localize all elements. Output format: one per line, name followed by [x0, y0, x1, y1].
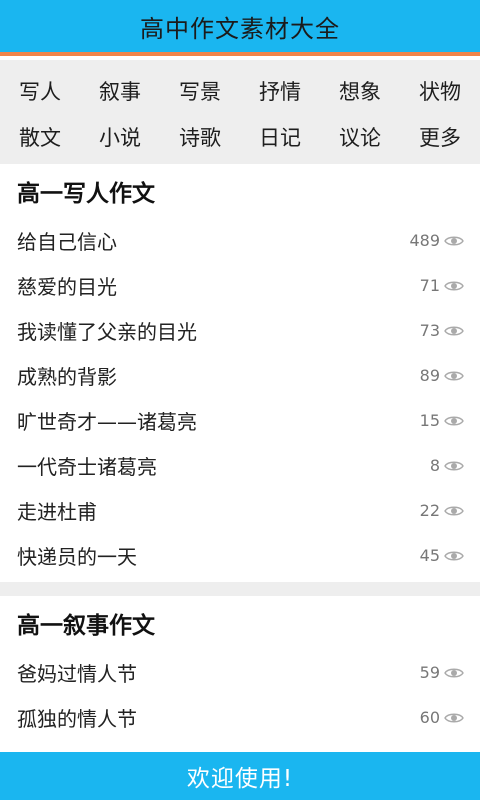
article-title: 慈爱的目光: [17, 275, 117, 299]
view-count: 73: [420, 321, 464, 340]
section-title: 高一写人作文: [17, 181, 155, 207]
eye-icon: [444, 506, 464, 515]
eye-icon: [444, 713, 464, 722]
view-count-number: 73: [419, 321, 440, 340]
welcome-banner[interactable]: 欢迎使用!: [0, 752, 480, 800]
category-narrative[interactable]: 叙事: [80, 68, 160, 114]
list-item[interactable]: 走进杜甫 22: [0, 488, 480, 533]
view-count-number: 59: [419, 663, 440, 682]
category-more[interactable]: 更多: [400, 114, 480, 160]
list-item[interactable]: 一代奇士诸葛亮 8: [0, 443, 480, 488]
welcome-text: 欢迎使用!: [186, 766, 294, 792]
category-imagination[interactable]: 想象: [320, 68, 400, 114]
category-scenery[interactable]: 写景: [160, 68, 240, 114]
eye-icon: [444, 326, 464, 335]
eye-icon: [444, 371, 464, 380]
eye-icon: [444, 461, 464, 470]
section-write-person: 高一写人作文 给自己信心 489 慈爱的目光 71 我读懂了父亲的目光 73 成…: [0, 164, 480, 578]
view-count: 45: [420, 546, 464, 565]
section-title: 高一叙事作文: [17, 613, 155, 639]
view-count-number: 60: [419, 708, 440, 727]
category-poetry[interactable]: 诗歌: [160, 114, 240, 160]
article-title: 成熟的背影: [17, 365, 117, 389]
view-count: 60: [420, 708, 464, 727]
list-item[interactable]: 爸妈过情人节 59: [0, 650, 480, 695]
article-title: 爸妈过情人节: [17, 662, 137, 686]
view-count-number: 489: [409, 231, 440, 250]
view-count-number: 8: [429, 456, 440, 475]
view-count: 71: [420, 276, 464, 295]
category-diary[interactable]: 日记: [240, 114, 320, 160]
view-count-number: 15: [419, 411, 440, 430]
category-grid: 写人 叙事 写景 抒情 想象 状物 散文 小说 诗歌 日记 议论 更多: [0, 60, 480, 164]
view-count: 59: [420, 663, 464, 682]
article-title: 一代奇士诸葛亮: [17, 455, 157, 479]
eye-icon: [444, 668, 464, 677]
section-narrative: 高一叙事作文 爸妈过情人节 59 孤独的情人节 60: [0, 596, 480, 740]
view-count: 8: [430, 456, 464, 475]
list-item[interactable]: 我读懂了父亲的目光 73: [0, 308, 480, 353]
category-prose[interactable]: 散文: [0, 114, 80, 160]
list-item[interactable]: 快递员的一天 45: [0, 533, 480, 578]
view-count: 89: [420, 366, 464, 385]
list-item[interactable]: 给自己信心 489: [0, 218, 480, 263]
category-argument[interactable]: 议论: [320, 114, 400, 160]
category-novel[interactable]: 小说: [80, 114, 160, 160]
section-divider: [0, 582, 480, 596]
list-item[interactable]: 旷世奇才——诸葛亮 15: [0, 398, 480, 443]
list-item[interactable]: 慈爱的目光 71: [0, 263, 480, 308]
category-lyric[interactable]: 抒情: [240, 68, 320, 114]
article-title: 快递员的一天: [17, 545, 137, 569]
view-count-number: 89: [419, 366, 440, 385]
view-count-number: 22: [419, 501, 440, 520]
eye-icon: [444, 551, 464, 560]
article-title: 孤独的情人节: [17, 707, 137, 731]
app-title: 高中作文素材大全: [140, 14, 340, 43]
eye-icon: [444, 281, 464, 290]
category-write-person[interactable]: 写人: [0, 68, 80, 114]
view-count: 15: [420, 411, 464, 430]
article-title: 给自己信心: [17, 230, 117, 254]
article-title: 旷世奇才——诸葛亮: [17, 410, 197, 434]
article-title: 走进杜甫: [17, 500, 97, 524]
list-item[interactable]: 成熟的背影 89: [0, 353, 480, 398]
category-object[interactable]: 状物: [400, 68, 480, 114]
view-count-number: 45: [419, 546, 440, 565]
app-title-bar: 高中作文素材大全: [0, 0, 480, 56]
list-item[interactable]: 孤独的情人节 60: [0, 695, 480, 740]
view-count-number: 71: [419, 276, 440, 295]
view-count: 489: [409, 231, 464, 250]
eye-icon: [444, 416, 464, 425]
eye-icon: [444, 236, 464, 245]
article-title: 我读懂了父亲的目光: [17, 320, 197, 344]
view-count: 22: [420, 501, 464, 520]
